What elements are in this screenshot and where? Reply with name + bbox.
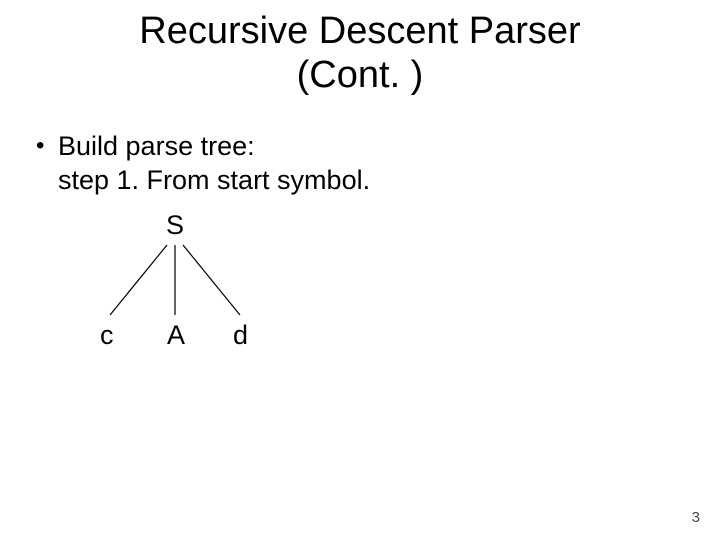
tree-edges bbox=[0, 0, 720, 540]
page-number: 3 bbox=[692, 509, 700, 526]
tree-node-mid: A bbox=[167, 320, 185, 351]
tree-node-root: S bbox=[166, 210, 184, 241]
tree-node-left: c bbox=[100, 320, 114, 351]
tree-node-right: d bbox=[233, 320, 248, 351]
slide: Recursive Descent Parser (Cont. ) • Buil… bbox=[0, 0, 720, 540]
